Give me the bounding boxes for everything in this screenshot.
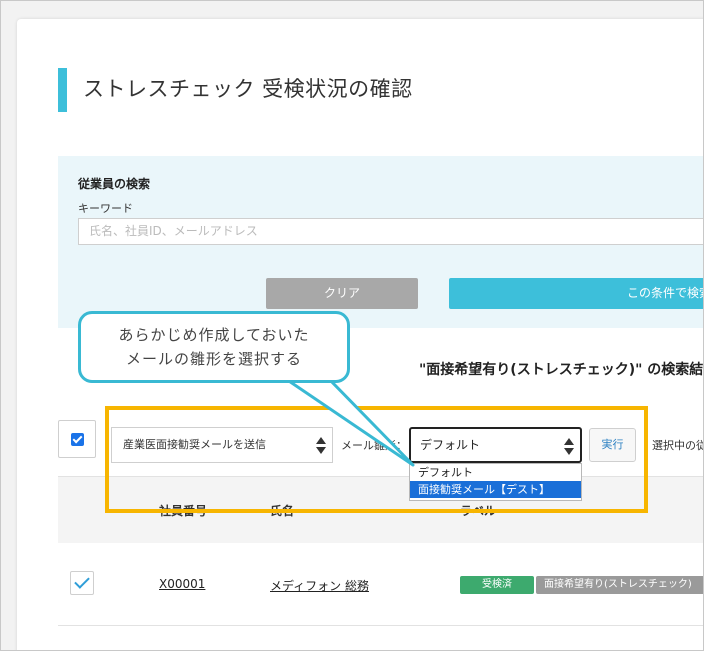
status-badge: 受検済	[460, 576, 534, 594]
callout-bubble: あらかじめ作成しておいた メールの雛形を選択する	[78, 311, 350, 383]
search-button[interactable]: この条件で検索	[449, 278, 703, 309]
keyword-label: キーワード	[78, 202, 133, 215]
select-all-checkbox[interactable]	[58, 420, 96, 458]
page-title: ストレスチェック 受検状況の確認	[83, 77, 413, 101]
callout-line-1: あらかじめ作成しておいた	[118, 326, 310, 344]
checkmark-icon	[71, 433, 84, 446]
label-badge: 面接希望有り(ストレスチェック)	[536, 576, 703, 594]
search-heading: 従業員の検索	[78, 177, 151, 191]
selected-employees-text: 選択中の従業員	[652, 439, 703, 452]
results-title: "面接希望有り(ストレスチェック)" の検索結果	[419, 362, 704, 378]
employee-search-panel: 従業員の検索 キーワード 氏名、社員ID、メールアドレス クリア この条件で検索	[58, 156, 703, 328]
table-row: X00001 メディフォン 総務 受検済 面接希望有り(ストレスチェック)	[58, 543, 703, 626]
title-accent-bar	[58, 68, 67, 112]
screenshot-frame: ストレスチェック 受検状況の確認 従業員の検索 キーワード 氏名、社員ID、メー…	[0, 0, 704, 651]
callout-line-2: メールの雛形を選択する	[125, 350, 302, 368]
row-checkbox[interactable]	[70, 571, 94, 595]
employee-name-link[interactable]: メディフォン 総務	[270, 577, 369, 594]
clear-button[interactable]: クリア	[266, 278, 418, 309]
employee-id-link[interactable]: X00001	[159, 577, 205, 591]
keyword-input[interactable]: 氏名、社員ID、メールアドレス	[78, 218, 703, 245]
highlight-box	[105, 406, 648, 513]
